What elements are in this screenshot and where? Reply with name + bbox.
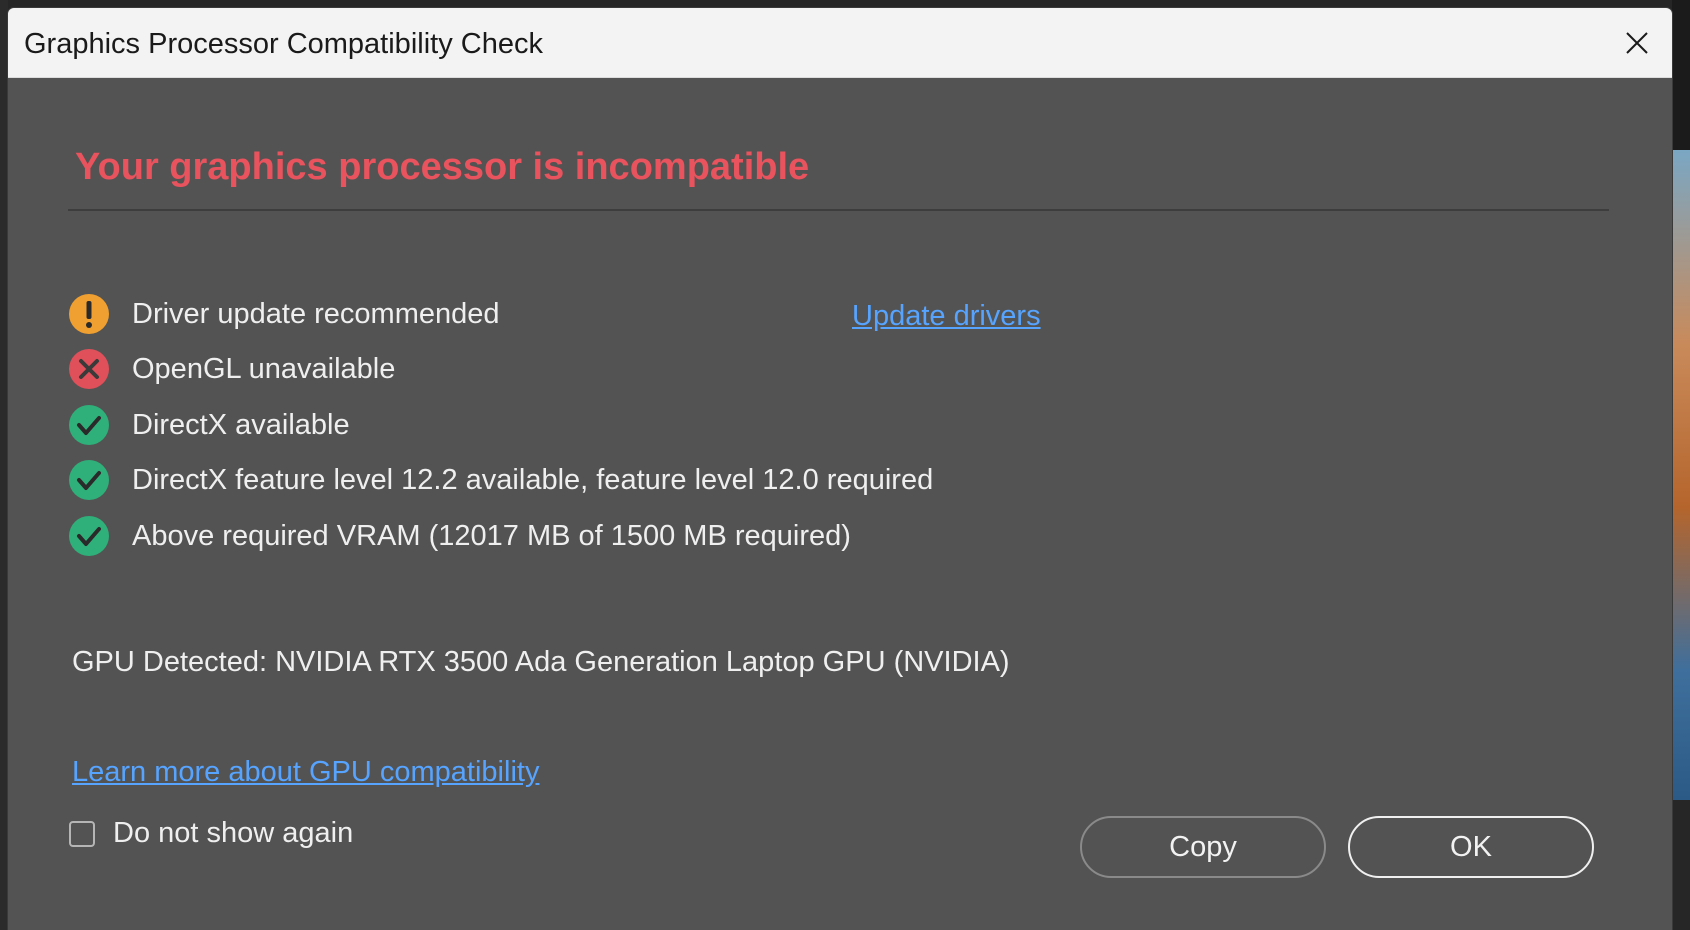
check-text: DirectX available	[132, 408, 350, 441]
ok-button[interactable]: OK	[1348, 816, 1594, 878]
error-icon	[69, 349, 109, 389]
gpu-detected-text: GPU Detected: NVIDIA RTX 3500 Ada Genera…	[72, 646, 1010, 678]
do-not-show-again-checkbox[interactable]: Do not show again	[69, 817, 353, 850]
check-icon	[69, 460, 109, 500]
check-text: Driver update recommended	[132, 297, 500, 330]
status-heading: Your graphics processor is incompatible	[75, 146, 810, 188]
copy-button[interactable]: Copy	[1080, 816, 1326, 878]
check-icon	[69, 516, 109, 556]
gpu-compatibility-dialog: Graphics Processor Compatibility Check Y…	[8, 8, 1672, 930]
background-right-panel	[1672, 0, 1690, 150]
title-bar: Graphics Processor Compatibility Check	[8, 8, 1672, 78]
check-text: Above required VRAM (12017 MB of 1500 MB…	[132, 519, 851, 552]
warning-icon	[69, 294, 109, 334]
check-icon	[69, 405, 109, 445]
divider	[68, 209, 1609, 211]
checkbox-label: Do not show again	[113, 817, 354, 849]
checkbox-box[interactable]	[69, 820, 95, 847]
learn-more-link[interactable]: Learn more about GPU compatibility	[72, 756, 539, 789]
close-icon	[1626, 32, 1648, 54]
update-drivers-link[interactable]: Update drivers	[852, 300, 1041, 333]
check-row-vram: Above required VRAM (12017 MB of 1500 MB…	[68, 513, 851, 559]
check-row-driver: Driver update recommended	[68, 291, 500, 337]
check-text: OpenGL unavailable	[132, 352, 396, 385]
dialog-title: Graphics Processor Compatibility Check	[24, 28, 543, 60]
background-left-strip	[0, 0, 8, 930]
close-button[interactable]	[1612, 18, 1662, 68]
background-image	[1672, 150, 1690, 800]
check-row-opengl: OpenGL unavailable	[68, 346, 395, 392]
check-row-directx: DirectX available	[68, 402, 350, 448]
check-row-feature-level: DirectX feature level 12.2 available, fe…	[68, 457, 933, 503]
check-text: DirectX feature level 12.2 available, fe…	[132, 463, 934, 496]
